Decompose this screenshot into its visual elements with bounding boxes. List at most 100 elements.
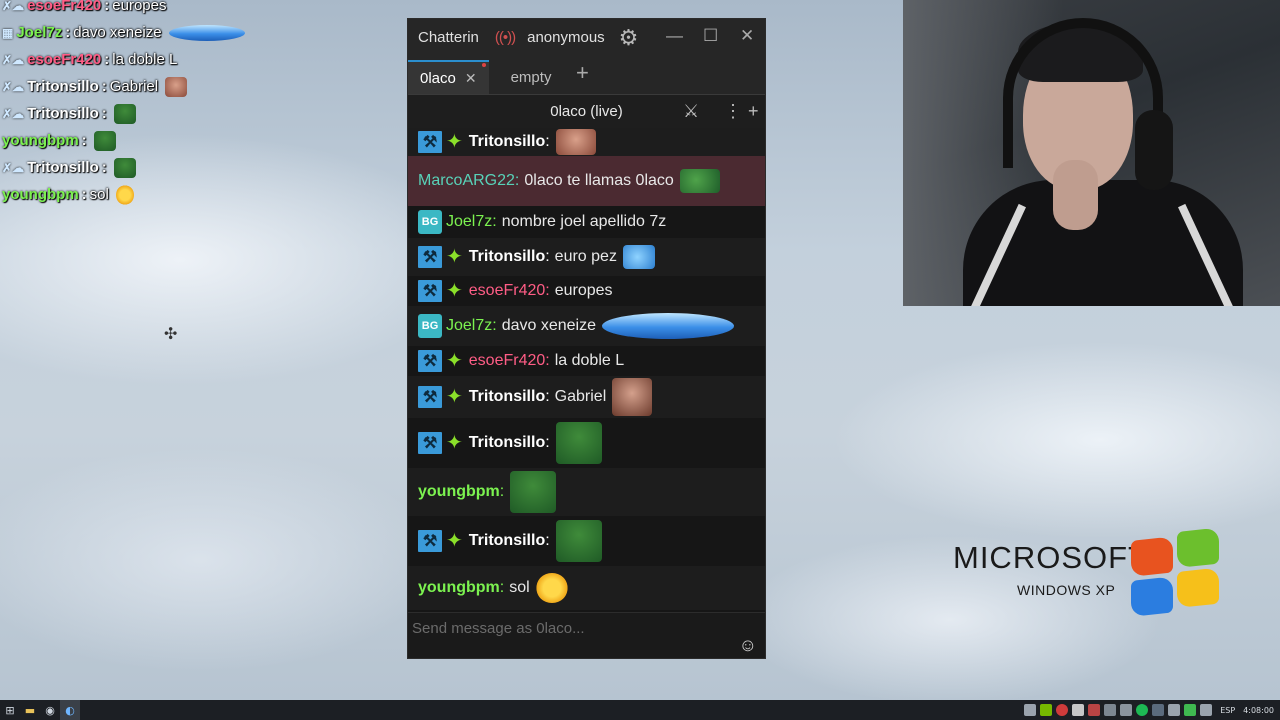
- message-username[interactable]: youngbpm: [418, 483, 500, 501]
- vip-badge-icon[interactable]: ✦: [446, 531, 463, 551]
- chat-message[interactable]: ⚒ ✦ Tritonsillo: euro pez: [408, 238, 765, 276]
- frog-emote-icon: [113, 103, 136, 124]
- overlay-colon: :: [65, 24, 71, 41]
- moderator-badge-icon[interactable]: ⚒: [418, 246, 442, 268]
- message-text: nombre joel apellido 7z: [501, 213, 667, 230]
- tray-record-icon[interactable]: [1056, 704, 1069, 716]
- message-username[interactable]: Tritonsillo: [469, 388, 545, 406]
- message-username[interactable]: Tritonsillo: [469, 248, 545, 266]
- clock[interactable]: 4:08:00: [1243, 706, 1274, 715]
- message-list[interactable]: ⚒ ✦ Tritonsillo: MarcoARG22:0laco te llamas…: [408, 128, 765, 612]
- tray-shield-icon[interactable]: [1088, 704, 1101, 716]
- username-colon: :: [545, 434, 550, 451]
- moderator-badge-icon[interactable]: ⚒: [418, 131, 442, 153]
- username-colon: :: [514, 172, 520, 189]
- chat-message[interactable]: ⚒ ✦ Tritonsillo:: [408, 516, 765, 566]
- message-text: davo xeneize: [501, 317, 596, 334]
- message-input[interactable]: [412, 617, 732, 639]
- tray-nvidia-icon[interactable]: [1040, 704, 1053, 716]
- system-tray: ESP 4:08:00: [1024, 700, 1274, 720]
- message-text: 0laco te llamas 0laco: [524, 172, 674, 189]
- moderator-badge-icon[interactable]: ⚒: [418, 280, 442, 302]
- tray-app-icon[interactable]: [1072, 704, 1085, 716]
- app-title: Chatterin: [418, 29, 479, 46]
- steam-icon[interactable]: ◉: [40, 700, 60, 720]
- overlay-message: la doble L: [112, 51, 178, 68]
- message-username[interactable]: Joel7z: [446, 317, 492, 335]
- chat-message[interactable]: ⚒ ✦ Tritonsillo: Gabriel: [408, 376, 765, 418]
- tray-steam-icon[interactable]: [1152, 704, 1165, 716]
- add-split-icon[interactable]: +: [748, 102, 759, 120]
- message-username[interactable]: Tritonsillo: [469, 133, 545, 151]
- frog-emote-icon: [93, 130, 116, 151]
- username-colon: :: [492, 213, 497, 230]
- message-username[interactable]: esoeFr420: [469, 282, 546, 300]
- vip-badge-icon[interactable]: ✦: [446, 281, 463, 301]
- overlay-colon: :: [81, 132, 87, 149]
- minimize-button[interactable]: —: [666, 27, 683, 44]
- tab-0laco[interactable]: 0laco ✕: [408, 60, 489, 94]
- overlay-colon: :: [104, 51, 110, 68]
- chat-message[interactable]: ⚒ ✦ esoeFr420: europes: [408, 276, 765, 306]
- message-username[interactable]: youngbpm: [418, 579, 500, 597]
- subscriber-badge-icon[interactable]: BG: [418, 314, 442, 338]
- tab-label: empty: [510, 68, 552, 86]
- tray-window-icon[interactable]: [1024, 704, 1037, 716]
- moderator-badge-icon[interactable]: ⚒: [418, 432, 442, 454]
- moderation-sword-icon[interactable]: ⚔: [683, 102, 699, 120]
- message-username[interactable]: Tritonsillo: [469, 434, 545, 452]
- title-bar[interactable]: Chatterin ((•)) anonymous ⚙ — ☐ ✕: [408, 19, 765, 56]
- moderator-badge-icon[interactable]: ⚒: [418, 386, 442, 408]
- subscriber-badge-icon[interactable]: BG: [418, 210, 442, 234]
- chat-message[interactable]: BG Joel7z: nombre joel apellido 7z: [408, 206, 765, 238]
- settings-gear-icon[interactable]: ⚙: [619, 26, 639, 49]
- account-name[interactable]: anonymous: [527, 29, 605, 46]
- file-explorer-icon[interactable]: ▬: [20, 700, 40, 720]
- start-button[interactable]: ⊞: [0, 700, 20, 720]
- close-tab-icon[interactable]: ✕: [465, 70, 477, 87]
- maximize-button[interactable]: ☐: [703, 27, 718, 44]
- channel-title[interactable]: 0laco (live): [550, 103, 623, 120]
- tray-mic-icon[interactable]: [1104, 704, 1117, 716]
- windows-xp-logo: MICROSOFT WINDOWS XP: [953, 527, 1243, 630]
- chat-message[interactable]: BG Joel7z: davo xeneize: [408, 306, 765, 346]
- emote-picker-icon[interactable]: ☺: [739, 636, 757, 654]
- chat-message[interactable]: ⚒ ✦ Tritonsillo:: [408, 128, 765, 156]
- tray-network-icon[interactable]: [1184, 704, 1197, 716]
- tray-battery-icon[interactable]: [1168, 704, 1181, 716]
- message-username[interactable]: Tritonsillo: [469, 532, 545, 550]
- chat-message[interactable]: MarcoARG22:0laco te llamas 0laco: [408, 156, 765, 206]
- mod-badge-icon: ✗☁: [2, 106, 25, 121]
- message-username[interactable]: esoeFr420: [469, 352, 546, 370]
- vip-badge-icon[interactable]: ✦: [446, 247, 463, 267]
- moderator-badge-icon[interactable]: ⚒: [418, 350, 442, 372]
- mod-badge-icon: ✗☁: [2, 160, 25, 175]
- tab-empty[interactable]: empty: [499, 60, 564, 94]
- chatterino-taskbar-icon[interactable]: ◐: [60, 700, 80, 720]
- language-indicator[interactable]: ESP: [1220, 706, 1235, 715]
- message-username[interactable]: MarcoARG22: [418, 172, 515, 190]
- tray-spotify-icon[interactable]: [1136, 704, 1149, 716]
- overlay-message: Gabriel: [109, 78, 159, 95]
- add-tab-button[interactable]: +: [576, 60, 589, 86]
- tray-sound-icon[interactable]: [1120, 704, 1133, 716]
- tray-volume-icon[interactable]: [1200, 704, 1213, 716]
- overlay-chat-line: ▦ Joel7z: davo xeneize: [2, 19, 302, 46]
- channel-header: 0laco (live) ⚔ ⋮ +: [408, 94, 765, 128]
- vip-badge-icon[interactable]: ✦: [446, 387, 463, 407]
- username-colon: :: [545, 388, 550, 405]
- live-broadcast-icon: ((•)): [494, 29, 516, 46]
- message-username[interactable]: Joel7z: [446, 213, 492, 231]
- chat-message[interactable]: ⚒ ✦ esoeFr420: la doble L: [408, 346, 765, 376]
- frog-emote-icon: [510, 471, 557, 513]
- moderator-badge-icon[interactable]: ⚒: [418, 530, 442, 552]
- close-window-button[interactable]: ✕: [740, 27, 754, 44]
- chat-message[interactable]: youngbpm:: [408, 468, 765, 516]
- chat-message[interactable]: youngbpm: sol: [408, 566, 765, 610]
- chat-message[interactable]: ⚒ ✦ Tritonsillo:: [408, 418, 765, 468]
- vip-badge-icon[interactable]: ✦: [446, 132, 463, 152]
- more-options-icon[interactable]: ⋮: [724, 102, 742, 120]
- overlay-message: davo xeneize: [73, 24, 162, 41]
- vip-badge-icon[interactable]: ✦: [446, 433, 463, 453]
- vip-badge-icon[interactable]: ✦: [446, 351, 463, 371]
